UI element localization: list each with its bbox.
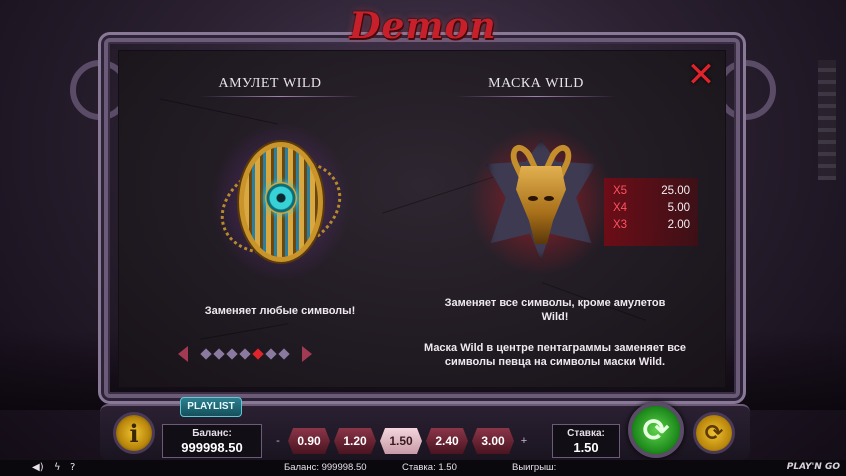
previous-page-button[interactable]: [178, 346, 188, 362]
brand-logo: PLAY'N GO: [786, 462, 840, 472]
mask-wild-pentagram-description: Маска Wild в центре пентаграммы заменяет…: [424, 342, 686, 368]
mask-title-divider: [456, 96, 616, 97]
bet-increase-button[interactable]: +: [518, 426, 530, 456]
panel-crack: [160, 98, 278, 125]
mask-eye: [528, 196, 538, 201]
bet-decrease-button[interactable]: -: [272, 426, 284, 456]
amulet-wild-symbol: [207, 122, 355, 282]
paytable-multiplier: X5: [612, 185, 628, 197]
balance-display: Баланс: 999998.50: [162, 424, 262, 458]
info-icon: i: [129, 418, 139, 448]
next-page-button[interactable]: [302, 346, 312, 362]
bet-value: 1.50: [573, 440, 599, 455]
page-dot[interactable]: [265, 348, 277, 360]
paytable-value: 25.00: [661, 185, 690, 197]
paytable-row: X3 2.00: [604, 217, 698, 234]
paytable-row: X4 5.00: [604, 200, 698, 217]
bet-option[interactable]: 3.00: [472, 428, 514, 454]
autoplay-button[interactable]: ⟳: [693, 412, 735, 454]
bet-selector: - 0.90 1.20 1.50 2.40 3.00 +: [272, 426, 548, 456]
amulet-wild-title: АМУЛЕТ WILD: [218, 76, 322, 91]
status-balance: Баланс: 999998.50: [284, 462, 367, 473]
game-logo: Demon: [349, 5, 497, 47]
bet-display: Ставка: 1.50: [552, 424, 620, 458]
paytable-row: X5 25.00: [604, 183, 698, 200]
autoplay-icon: ⟳: [704, 420, 724, 446]
bet-option[interactable]: 2.40: [426, 428, 468, 454]
chain-decoration: [818, 60, 836, 180]
status-bet: Ставка: 1.50: [402, 462, 457, 473]
paytable-value: 5.00: [667, 202, 690, 214]
bet-option[interactable]: 1.50: [380, 428, 422, 454]
bet-option[interactable]: 1.20: [334, 428, 376, 454]
balance-value: 999998.50: [181, 440, 243, 455]
status-bar: ◀) ϟ ? Баланс: 999998.50 Ставка: 1.50 Вы…: [0, 460, 846, 476]
close-button[interactable]: ✕: [686, 58, 716, 92]
paytable-multiplier: X3: [612, 219, 628, 231]
amulet-title-divider: [200, 96, 360, 97]
page-navigator: [178, 344, 312, 364]
help-icon[interactable]: ?: [70, 462, 75, 473]
close-icon: ✕: [686, 55, 716, 95]
page-dot[interactable]: [226, 348, 238, 360]
page-dots: [200, 348, 290, 360]
page-dot[interactable]: [278, 348, 290, 360]
bet-option[interactable]: 0.90: [288, 428, 330, 454]
mask-paytable: X5 25.00 X4 5.00 X3 2.00: [604, 178, 698, 246]
page-dot[interactable]: [213, 348, 225, 360]
status-win: Выигрыш:: [512, 462, 557, 473]
mask-eye: [544, 196, 554, 201]
info-button[interactable]: i: [113, 412, 155, 454]
eye-icon: [265, 182, 297, 214]
panel-crack: [199, 323, 289, 340]
paytable-value: 2.00: [667, 219, 690, 231]
spin-button[interactable]: ⟳: [628, 402, 684, 458]
page-dot[interactable]: [239, 348, 251, 360]
playlist-button[interactable]: PLAYLIST: [180, 397, 242, 417]
amulet-wild-description: Заменяет любые символы!: [204, 305, 356, 317]
page-dot[interactable]: [200, 348, 212, 360]
lightning-icon[interactable]: ϟ: [54, 462, 61, 473]
paytable-multiplier: X4: [612, 202, 628, 214]
speaker-icon[interactable]: ◀): [32, 462, 44, 473]
mask-wild-symbol: [468, 120, 614, 276]
balance-label: Баланс:: [192, 428, 232, 439]
bet-label: Ставка:: [567, 428, 605, 439]
mask-wild-title: МАСКА WILD: [488, 76, 584, 91]
spin-arrows-icon: ⟳: [642, 411, 670, 449]
page-dot[interactable]: [252, 348, 264, 360]
mask-wild-description: Заменяет все символы, кроме амулетов Wil…: [444, 297, 666, 323]
